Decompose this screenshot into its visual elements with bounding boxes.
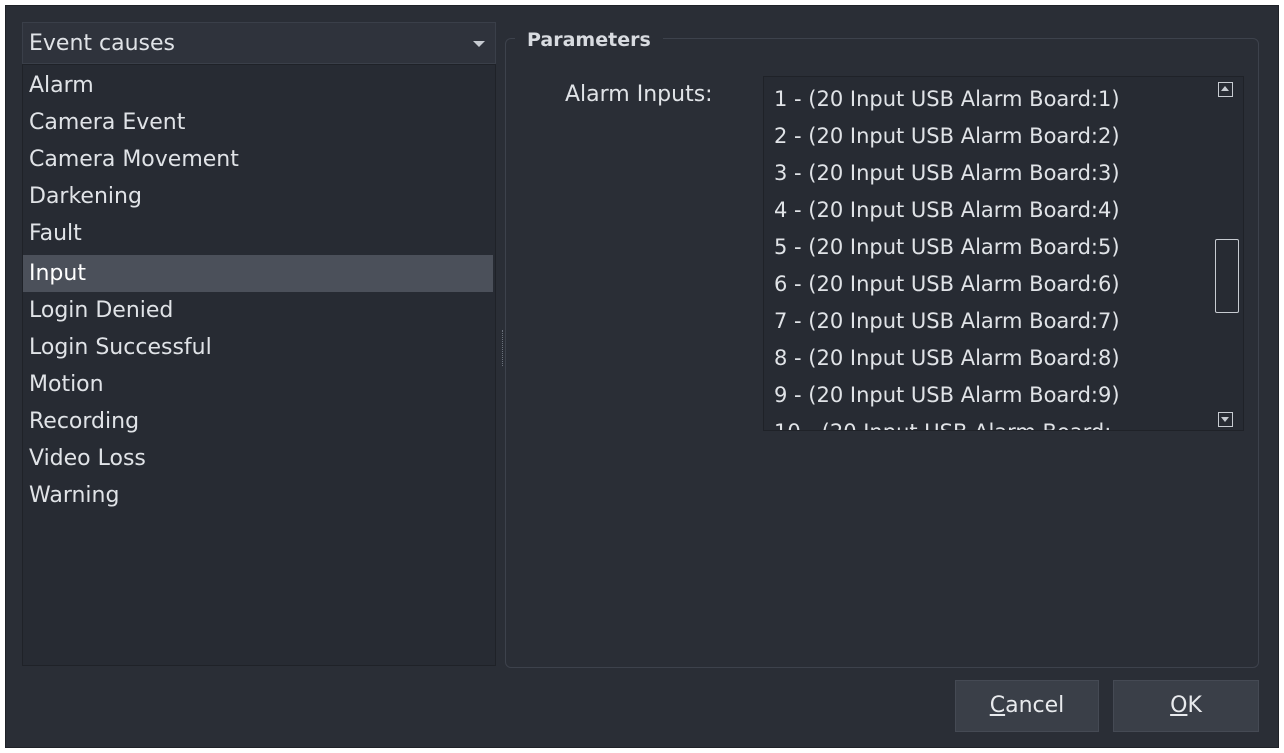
list-item[interactable]: 9 - (20 Input USB Alarm Board:9) (774, 377, 1194, 414)
list-item-warning[interactable]: Warning (23, 477, 493, 514)
list-item-camera-movement[interactable]: Camera Movement (23, 141, 493, 178)
list-item-login-successful[interactable]: Login Successful (23, 329, 493, 366)
chevron-down-icon (473, 41, 485, 47)
alarm-inputs-list[interactable]: 1 - (20 Input USB Alarm Board:1) 2 - (20… (763, 76, 1244, 431)
arrow-up-icon (1221, 86, 1229, 91)
list-item-alarm[interactable]: Alarm (23, 67, 493, 104)
list-item-camera-event[interactable]: Camera Event (23, 104, 493, 141)
list-item[interactable]: 3 - (20 Input USB Alarm Board:3) (774, 155, 1194, 192)
scroll-up-button[interactable] (1218, 82, 1233, 97)
scrollbar-thumb[interactable] (1215, 239, 1239, 313)
list-item-video-loss[interactable]: Video Loss (23, 440, 493, 477)
list-item-recording[interactable]: Recording (23, 403, 493, 440)
list-item[interactable]: 4 - (20 Input USB Alarm Board:4) (774, 192, 1194, 229)
cancel-button[interactable]: Cancel (955, 680, 1099, 732)
alarm-inputs-label: Alarm Inputs: (565, 82, 713, 107)
list-item[interactable]: 6 - (20 Input USB Alarm Board:6) (774, 266, 1194, 303)
scroll-down-button[interactable] (1218, 412, 1233, 427)
list-item[interactable]: 1 - (20 Input USB Alarm Board:1) (774, 81, 1194, 118)
arrow-down-icon (1221, 417, 1229, 422)
list-item[interactable]: 10 - (20 Input USB Alarm Board: (774, 414, 1194, 430)
cancel-label: ancel (1005, 693, 1065, 718)
splitter-handle[interactable] (502, 330, 504, 366)
ok-label: K (1187, 693, 1202, 718)
list-item-input[interactable]: Input (23, 255, 493, 292)
list-item-fault[interactable]: Fault (23, 215, 493, 252)
list-item[interactable]: 5 - (20 Input USB Alarm Board:5) (774, 229, 1194, 266)
dropdown-label: Event causes (29, 31, 175, 56)
list-item-motion[interactable]: Motion (23, 366, 493, 403)
ok-mnemonic: O (1170, 693, 1188, 718)
list-item-darkening[interactable]: Darkening (23, 178, 493, 215)
cancel-mnemonic: C (989, 693, 1006, 718)
event-causes-list[interactable]: Alarm Camera Event Camera Movement Darke… (22, 64, 496, 666)
parameters-title: Parameters (515, 29, 663, 51)
list-item[interactable]: 2 - (20 Input USB Alarm Board:2) (774, 118, 1194, 155)
list-item[interactable]: 7 - (20 Input USB Alarm Board:7) (774, 303, 1194, 340)
list-item[interactable]: 8 - (20 Input USB Alarm Board:8) (774, 340, 1194, 377)
event-causes-dropdown[interactable]: Event causes (22, 22, 496, 64)
ok-button[interactable]: OK (1113, 680, 1259, 732)
list-item-login-denied[interactable]: Login Denied (23, 292, 493, 329)
